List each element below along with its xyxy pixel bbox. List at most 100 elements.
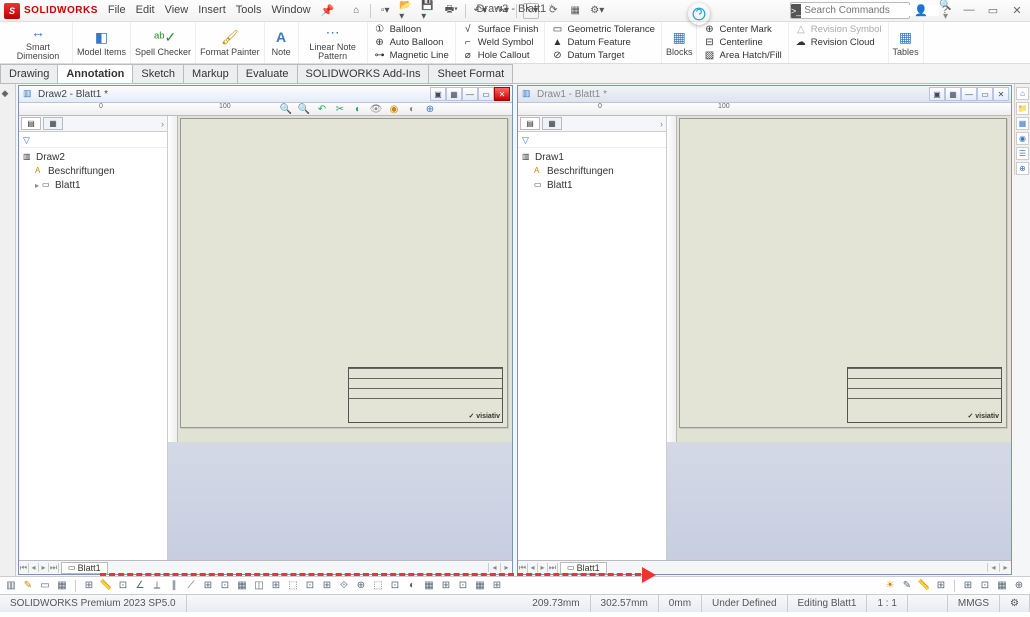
bt-icon[interactable]: ⊡ — [456, 579, 470, 593]
fm-tree-tab-icon[interactable]: ▤ — [520, 117, 540, 130]
bt-icon[interactable]: ◐ — [405, 579, 419, 593]
status-gear-icon[interactable]: ⚙ — [1000, 595, 1030, 612]
drawing-sheet[interactable]: ✓ visiativ — [679, 118, 1007, 428]
menu-tools[interactable]: Tools — [236, 4, 262, 17]
bt-icon[interactable]: ⊡ — [978, 579, 992, 593]
chevron-right-icon[interactable]: › — [161, 119, 164, 129]
dynamic-help-icon[interactable] — [688, 3, 710, 25]
tree-annotations[interactable]: ABeschriftungen — [522, 164, 662, 178]
bt-icon[interactable]: ⊞ — [82, 579, 96, 593]
bt-select-icon[interactable]: ✎ — [21, 579, 35, 593]
scroll-right-icon[interactable]: ▸ — [999, 563, 1011, 572]
doc-titlebar-right[interactable]: ▥ Draw1 - Blatt1 * ▣ ▦ — ▭ ✕ — [518, 86, 1011, 103]
bt-icon[interactable]: ⊞ — [490, 579, 504, 593]
title-block[interactable]: ✓ visiativ — [847, 367, 1002, 423]
fm-tree-tab-icon[interactable]: ▤ — [21, 117, 41, 130]
apply-scene-icon[interactable]: ◐ — [405, 104, 419, 118]
drawing-sheet[interactable]: ✓ visiativ — [180, 118, 508, 428]
bt-icon[interactable]: ⊡ — [303, 579, 317, 593]
sheet-nav-last-icon[interactable]: ⏭ — [548, 563, 558, 573]
minimize-button[interactable]: — — [960, 2, 978, 18]
sheet-nav-first-icon[interactable]: ⏮ — [518, 563, 528, 573]
child-viewport-button[interactable]: ▣ — [430, 87, 446, 101]
filter-icon[interactable]: ▽ — [23, 135, 33, 145]
bt-icon[interactable]: ▭ — [38, 579, 52, 593]
surface-finish-button[interactable]: √Surface Finish — [462, 23, 539, 36]
fm-prop-tab-icon[interactable]: ▦ — [43, 117, 63, 130]
bt-icon[interactable]: ∥ — [167, 579, 181, 593]
spell-checker-button[interactable]: ᵃᵇ✓Spell Checker — [131, 22, 196, 63]
weld-symbol-button[interactable]: ⌐Weld Symbol — [462, 36, 539, 49]
zoom-fit-icon[interactable]: 🔍 — [279, 104, 293, 118]
child-minimize-button[interactable]: — — [961, 87, 977, 101]
bt-icon[interactable]: ⊞ — [320, 579, 334, 593]
status-units[interactable]: MMGS — [948, 595, 1000, 612]
bt-icon[interactable]: ⊡ — [116, 579, 130, 593]
display-style-icon[interactable]: ◐ — [351, 104, 365, 118]
area-hatch-button[interactable]: ▨Area Hatch/Fill — [703, 49, 781, 62]
task-library-icon[interactable]: 📁 — [1016, 102, 1029, 115]
bt-icon[interactable]: ⊕ — [1012, 579, 1026, 593]
sheet-nav-prev-icon[interactable]: ◂ — [29, 563, 39, 572]
bt-icon[interactable]: 📏 — [99, 579, 113, 593]
tab-annotation[interactable]: Annotation — [57, 64, 133, 83]
fm-prop-tab-icon[interactable]: ▦ — [542, 117, 562, 130]
sheet-tab-blatt1[interactable]: ▭Blatt1 — [61, 562, 108, 574]
child-minimize-button[interactable]: — — [462, 87, 478, 101]
task-palette-icon[interactable]: ▦ — [1016, 117, 1029, 130]
tree-root-draw2[interactable]: ▥Draw2 — [23, 150, 163, 164]
geometric-tolerance-button[interactable]: ▭Geometric Tolerance — [551, 23, 654, 36]
hole-callout-button[interactable]: ⌀Hole Callout — [462, 49, 539, 62]
qat-save-icon[interactable]: 💾▾ — [421, 3, 437, 19]
bt-icon[interactable]: 📏 — [917, 579, 931, 593]
drawing-canvas-right[interactable]: ✓ visiativ — [667, 116, 1011, 560]
sheet-tab-blatt1[interactable]: ▭Blatt1 — [560, 562, 607, 574]
revision-cloud-button[interactable]: ☁Revision Cloud — [795, 36, 882, 49]
balloon-button[interactable]: ①Balloon — [374, 23, 449, 36]
edit-appearance-icon[interactable]: ◉ — [387, 104, 401, 118]
qat-print-icon[interactable]: 🖶▾ — [443, 3, 459, 19]
tab-addins[interactable]: SOLIDWORKS Add-Ins — [297, 64, 430, 83]
child-viewport2-button[interactable]: ▦ — [446, 87, 462, 101]
bt-icon[interactable]: ⟋ — [184, 579, 198, 593]
bt-icon[interactable]: ⟂ — [150, 579, 164, 593]
bt-icon[interactable]: ⊞ — [961, 579, 975, 593]
bt-icon[interactable]: ⟐ — [337, 579, 351, 593]
sheet-nav-first-icon[interactable]: ⏮ — [19, 563, 29, 573]
sheet-nav-next-icon[interactable]: ▸ — [538, 563, 548, 572]
bt-icon[interactable]: ∠ — [133, 579, 147, 593]
zoom-area-icon[interactable]: 🔍 — [297, 104, 311, 118]
bt-icon[interactable]: ▥ — [4, 579, 18, 593]
menu-pin-icon[interactable]: 📌 — [321, 4, 335, 17]
maximize-button[interactable]: ▭ — [984, 2, 1002, 18]
sheet-nav-last-icon[interactable]: ⏭ — [49, 563, 59, 573]
centerline-button[interactable]: ⊟Centerline — [703, 36, 781, 49]
tables-button[interactable]: ▦Tables — [889, 22, 924, 63]
model-items-button[interactable]: ◧Model Items — [73, 22, 131, 63]
center-mark-button[interactable]: ⊕Center Mark — [703, 23, 781, 36]
bt-icon[interactable]: ▦ — [995, 579, 1009, 593]
filter-icon[interactable]: ▽ — [522, 135, 532, 145]
tree-sheet1[interactable]: ▭Blatt1 — [522, 178, 662, 192]
qat-new-icon[interactable]: ▫▾ — [377, 3, 393, 19]
prev-view-icon[interactable]: ↶ — [315, 104, 329, 118]
task-home-icon[interactable]: ⌂ — [1016, 87, 1029, 100]
scroll-right-icon[interactable]: ▸ — [500, 563, 512, 572]
sheet-nav-prev-icon[interactable]: ◂ — [528, 563, 538, 572]
help-icon[interactable]: ? — [936, 2, 954, 18]
bt-icon[interactable]: ✎ — [900, 579, 914, 593]
menu-edit[interactable]: Edit — [136, 4, 155, 17]
qat-open-icon[interactable]: 📂▾ — [399, 3, 415, 19]
bt-icon[interactable]: ⊞ — [269, 579, 283, 593]
menu-window[interactable]: Window — [271, 4, 310, 17]
auto-balloon-button[interactable]: ⊕Auto Balloon — [374, 36, 449, 49]
menu-view[interactable]: View — [165, 4, 189, 17]
datum-feature-button[interactable]: ▲Datum Feature — [551, 36, 654, 49]
tree-annotations[interactable]: ABeschriftungen — [23, 164, 163, 178]
magnetic-line-button[interactable]: ⊶Magnetic Line — [374, 49, 449, 62]
tree-sheet1[interactable]: ▸▭Blatt1 — [23, 178, 163, 192]
bt-icon[interactable]: ⊞ — [201, 579, 215, 593]
status-scale[interactable]: 1 : 1 — [867, 595, 907, 612]
bt-icon[interactable]: ⊡ — [388, 579, 402, 593]
qat-options-icon[interactable]: ▦ — [567, 3, 583, 19]
